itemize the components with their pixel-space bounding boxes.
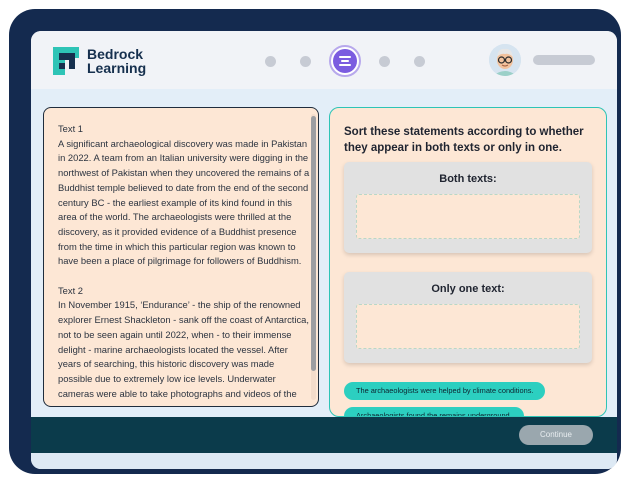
text-2-heading: Text 2 xyxy=(58,284,84,296)
logo: Bedrock Learning xyxy=(53,47,146,75)
text-1-body: A significant archaeological discovery w… xyxy=(58,137,310,267)
footer-bar: Continue xyxy=(31,417,617,453)
bucket-both-texts: Both texts: xyxy=(344,162,592,253)
bucket-one-text: Only one text: xyxy=(344,272,592,363)
bucket-both-title: Both texts: xyxy=(439,173,497,185)
logo-text: Bedrock Learning xyxy=(87,47,146,75)
main-content: Text 1 A significant archaeological disc… xyxy=(31,89,617,417)
source-texts: Text 1 A significant archaeological disc… xyxy=(58,122,310,406)
drop-zone-both[interactable] xyxy=(356,194,580,239)
sorting-task-panel: Sort these statements according to wheth… xyxy=(329,107,607,417)
source-texts-panel[interactable]: Text 1 A significant archaeological disc… xyxy=(43,107,319,407)
progress-indicator xyxy=(253,45,437,77)
header: Bedrock Learning xyxy=(31,31,617,89)
logo-line-2: Learning xyxy=(87,60,147,76)
bucket-one-title: Only one text: xyxy=(431,283,505,295)
drop-zone-one[interactable] xyxy=(356,304,580,349)
text-2-body: In November 1915, ‘Endurance’ - the ship… xyxy=(58,299,309,399)
scrollbar-thumb[interactable] xyxy=(311,116,316,371)
task-instruction: Sort these statements according to wheth… xyxy=(344,126,584,154)
progress-step-2 xyxy=(300,55,311,67)
continue-button[interactable]: Continue xyxy=(519,425,593,445)
username-placeholder xyxy=(533,55,595,65)
list-icon xyxy=(333,49,357,73)
progress-step-current xyxy=(329,45,361,77)
bedrock-logo-icon xyxy=(53,47,79,75)
avatar-illustration xyxy=(489,44,521,76)
progress-step-4 xyxy=(379,55,390,67)
app-screen: Bedrock Learning Text 1 A significant ar… xyxy=(31,31,617,469)
statement-chip-1[interactable]: The archaeologists were helped by climat… xyxy=(344,382,546,400)
progress-step-1 xyxy=(265,55,276,67)
logo-line-1: Bedrock xyxy=(87,46,144,62)
text-1-heading: Text 1 xyxy=(58,123,84,134)
progress-step-5 xyxy=(414,55,425,67)
device-frame: Bedrock Learning Text 1 A significant ar… xyxy=(9,9,621,474)
avatar-icon[interactable] xyxy=(489,44,521,76)
statement-chip-2[interactable]: Archaeologists found the remains undergr… xyxy=(344,407,524,416)
bottom-strip xyxy=(31,453,617,469)
